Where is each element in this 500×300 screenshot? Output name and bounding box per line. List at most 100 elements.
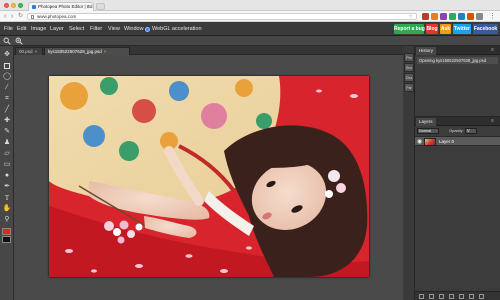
browser-tab[interactable]: Photopea Photo Editor | Ed ×	[28, 2, 94, 11]
healing-brush-tool-icon[interactable]: ✚	[2, 116, 12, 126]
move-tool-icon[interactable]: ✥	[2, 50, 12, 60]
extension-icon[interactable]	[440, 13, 447, 20]
panel-menu-icon[interactable]: ≡	[491, 47, 494, 54]
webgl-acceleration-label[interactable]: WebGL acceleration	[152, 22, 202, 36]
report-bug-button[interactable]: Report a bug	[394, 24, 425, 34]
menu-layer[interactable]: Layer	[50, 22, 64, 36]
photopea-favicon-icon	[32, 5, 36, 9]
document-tab-bar: 00.psd × kys1505225076​28_jpg.psd ×	[14, 46, 403, 55]
tab-close-icon[interactable]: ×	[87, 3, 90, 11]
link-layers-icon[interactable]	[419, 294, 424, 299]
forward-icon[interactable]: ›	[11, 12, 13, 21]
brush-tool-icon[interactable]: ✎	[2, 127, 12, 137]
twitter-button[interactable]: Twitter	[453, 24, 471, 34]
close-window-button[interactable]	[4, 3, 9, 8]
history-panel-title[interactable]: History	[416, 47, 437, 55]
ask-button[interactable]: Ask	[440, 24, 451, 34]
extension-icon[interactable]	[476, 13, 483, 20]
clone-stamp-tool-icon[interactable]: ♟	[2, 138, 12, 148]
layer-mask-icon[interactable]	[439, 294, 444, 299]
menu-edit[interactable]: Edit	[17, 22, 26, 36]
webgl-toggle-icon[interactable]	[145, 26, 150, 32]
menu-view[interactable]: View	[108, 22, 120, 36]
browser-menu-icon[interactable]: ⋮	[489, 12, 496, 21]
zoom-tool-icon[interactable]: ⚲	[2, 215, 12, 225]
menu-select[interactable]: Select	[69, 22, 84, 36]
layers-panel-footer	[415, 291, 500, 300]
new-tab-button[interactable]	[96, 3, 105, 10]
eyedropper-tool-icon[interactable]: ╱	[2, 105, 12, 115]
blend-mode-select[interactable]: Normal	[417, 128, 439, 134]
photo-image	[49, 76, 369, 277]
layer-thumbnail	[424, 138, 436, 146]
visibility-eye-icon[interactable]: ◉	[417, 138, 422, 146]
back-icon[interactable]: ‹	[4, 12, 6, 21]
document-tab-close-icon[interactable]: ×	[35, 49, 38, 54]
browser-tab-bar: Photopea Photo Editor | Ed ×	[0, 0, 500, 11]
new-folder-icon[interactable]	[459, 294, 464, 299]
browser-tab-title: Photopea Photo Editor | Ed	[38, 4, 93, 9]
document-tab-active[interactable]: kys1505225076​28_jpg.psd ×	[44, 47, 130, 55]
layers-panel-title[interactable]: Layers	[416, 118, 436, 126]
pen-tool-icon[interactable]: ✒	[2, 182, 12, 192]
blur-tool-icon[interactable]: ●	[2, 171, 12, 181]
document-tab[interactable]: 00.psd ×	[15, 47, 43, 55]
url-input[interactable]: www.photopea.com ☆	[27, 13, 417, 20]
layers-panel: Layers ≡ Normal Opacity: ᐯ ◉ Layer 0	[415, 116, 500, 300]
adjustment-layer-icon[interactable]	[449, 294, 454, 299]
menu-filter[interactable]: Filter	[90, 22, 102, 36]
layer-name: Layer 0	[439, 139, 455, 144]
extension-icon[interactable]	[422, 13, 429, 20]
zoom-option-icon[interactable]	[3, 37, 11, 45]
layer-effects-icon[interactable]	[429, 294, 434, 299]
lasso-tool-icon[interactable]: ◯	[2, 72, 12, 82]
delete-layer-icon[interactable]	[479, 294, 484, 299]
extension-icon[interactable]	[449, 13, 456, 20]
opacity-select[interactable]: ᐯ	[465, 128, 477, 134]
maximize-window-button[interactable]	[18, 3, 23, 8]
history-entry[interactable]: Opening kys150522507628_jpg.psd	[417, 57, 498, 64]
document-tab-label: 00.psd	[19, 49, 33, 54]
extension-icon[interactable]	[467, 13, 474, 20]
document-photo[interactable]	[49, 76, 369, 277]
new-layer-icon[interactable]	[469, 294, 474, 299]
canvas-area[interactable]	[14, 55, 403, 300]
browser-address-bar: ‹ › ↻ www.photopea.com ☆ ⋮	[0, 11, 500, 22]
properties-panel-button[interactable]: Pro	[404, 53, 414, 62]
layer-row[interactable]: ◉ Layer 0	[415, 136, 500, 146]
crop-tool-icon[interactable]: ⌗	[2, 94, 12, 104]
reload-icon[interactable]: ↻	[18, 12, 23, 21]
foreground-color-swatch[interactable]	[2, 228, 11, 235]
background-color-swatch[interactable]	[2, 236, 11, 243]
panel-menu-icon[interactable]: ≡	[491, 118, 494, 125]
eraser-tool-icon[interactable]: ▱	[2, 149, 12, 159]
document-tab-label: kys1505225076​28_jpg.psd	[48, 49, 102, 54]
minimize-window-button[interactable]	[11, 3, 16, 8]
extension-icon[interactable]	[431, 13, 438, 20]
facebook-button[interactable]: Facebook	[473, 24, 498, 34]
text-tool-icon[interactable]: T	[2, 193, 12, 203]
bookmark-star-icon[interactable]: ☆	[408, 14, 413, 20]
magic-wand-tool-icon[interactable]: ⁄	[2, 83, 12, 93]
marquee-tool-icon[interactable]	[2, 61, 12, 71]
menu-image[interactable]: Image	[31, 22, 46, 36]
zoom-in-option-icon[interactable]	[15, 37, 23, 45]
hand-tool-icon[interactable]: ✋	[2, 204, 12, 214]
page-icon	[31, 15, 34, 19]
history-panel-header: History ≡	[415, 46, 500, 55]
tool-options-bar	[0, 36, 500, 46]
toolbox: ✥ ◯ ⁄ ⌗ ╱ ✚ ✎ ♟ ▱ ▭ ● ✒ T ✋ ⚲	[0, 46, 14, 300]
blog-button[interactable]: Blog	[426, 24, 438, 34]
layers-panel-header: Layers ≡	[415, 117, 500, 126]
menu-file[interactable]: File	[4, 22, 13, 36]
brush-panel-button[interactable]: Bru	[404, 63, 414, 72]
opacity-label: Opacity:	[449, 128, 464, 133]
history-panel: History ≡ Opening kys150522507628_jpg.ps…	[415, 46, 500, 116]
character-panel-button[interactable]: Cha	[404, 73, 414, 82]
document-tab-close-icon[interactable]: ×	[104, 49, 107, 54]
gradient-tool-icon[interactable]: ▭	[2, 160, 12, 170]
extension-icon[interactable]	[458, 13, 465, 20]
menu-window[interactable]: Window	[124, 22, 144, 36]
paragraph-panel-button[interactable]: Par	[404, 83, 414, 92]
collapsed-panels-column: Pro Bru Cha Par	[403, 46, 415, 300]
